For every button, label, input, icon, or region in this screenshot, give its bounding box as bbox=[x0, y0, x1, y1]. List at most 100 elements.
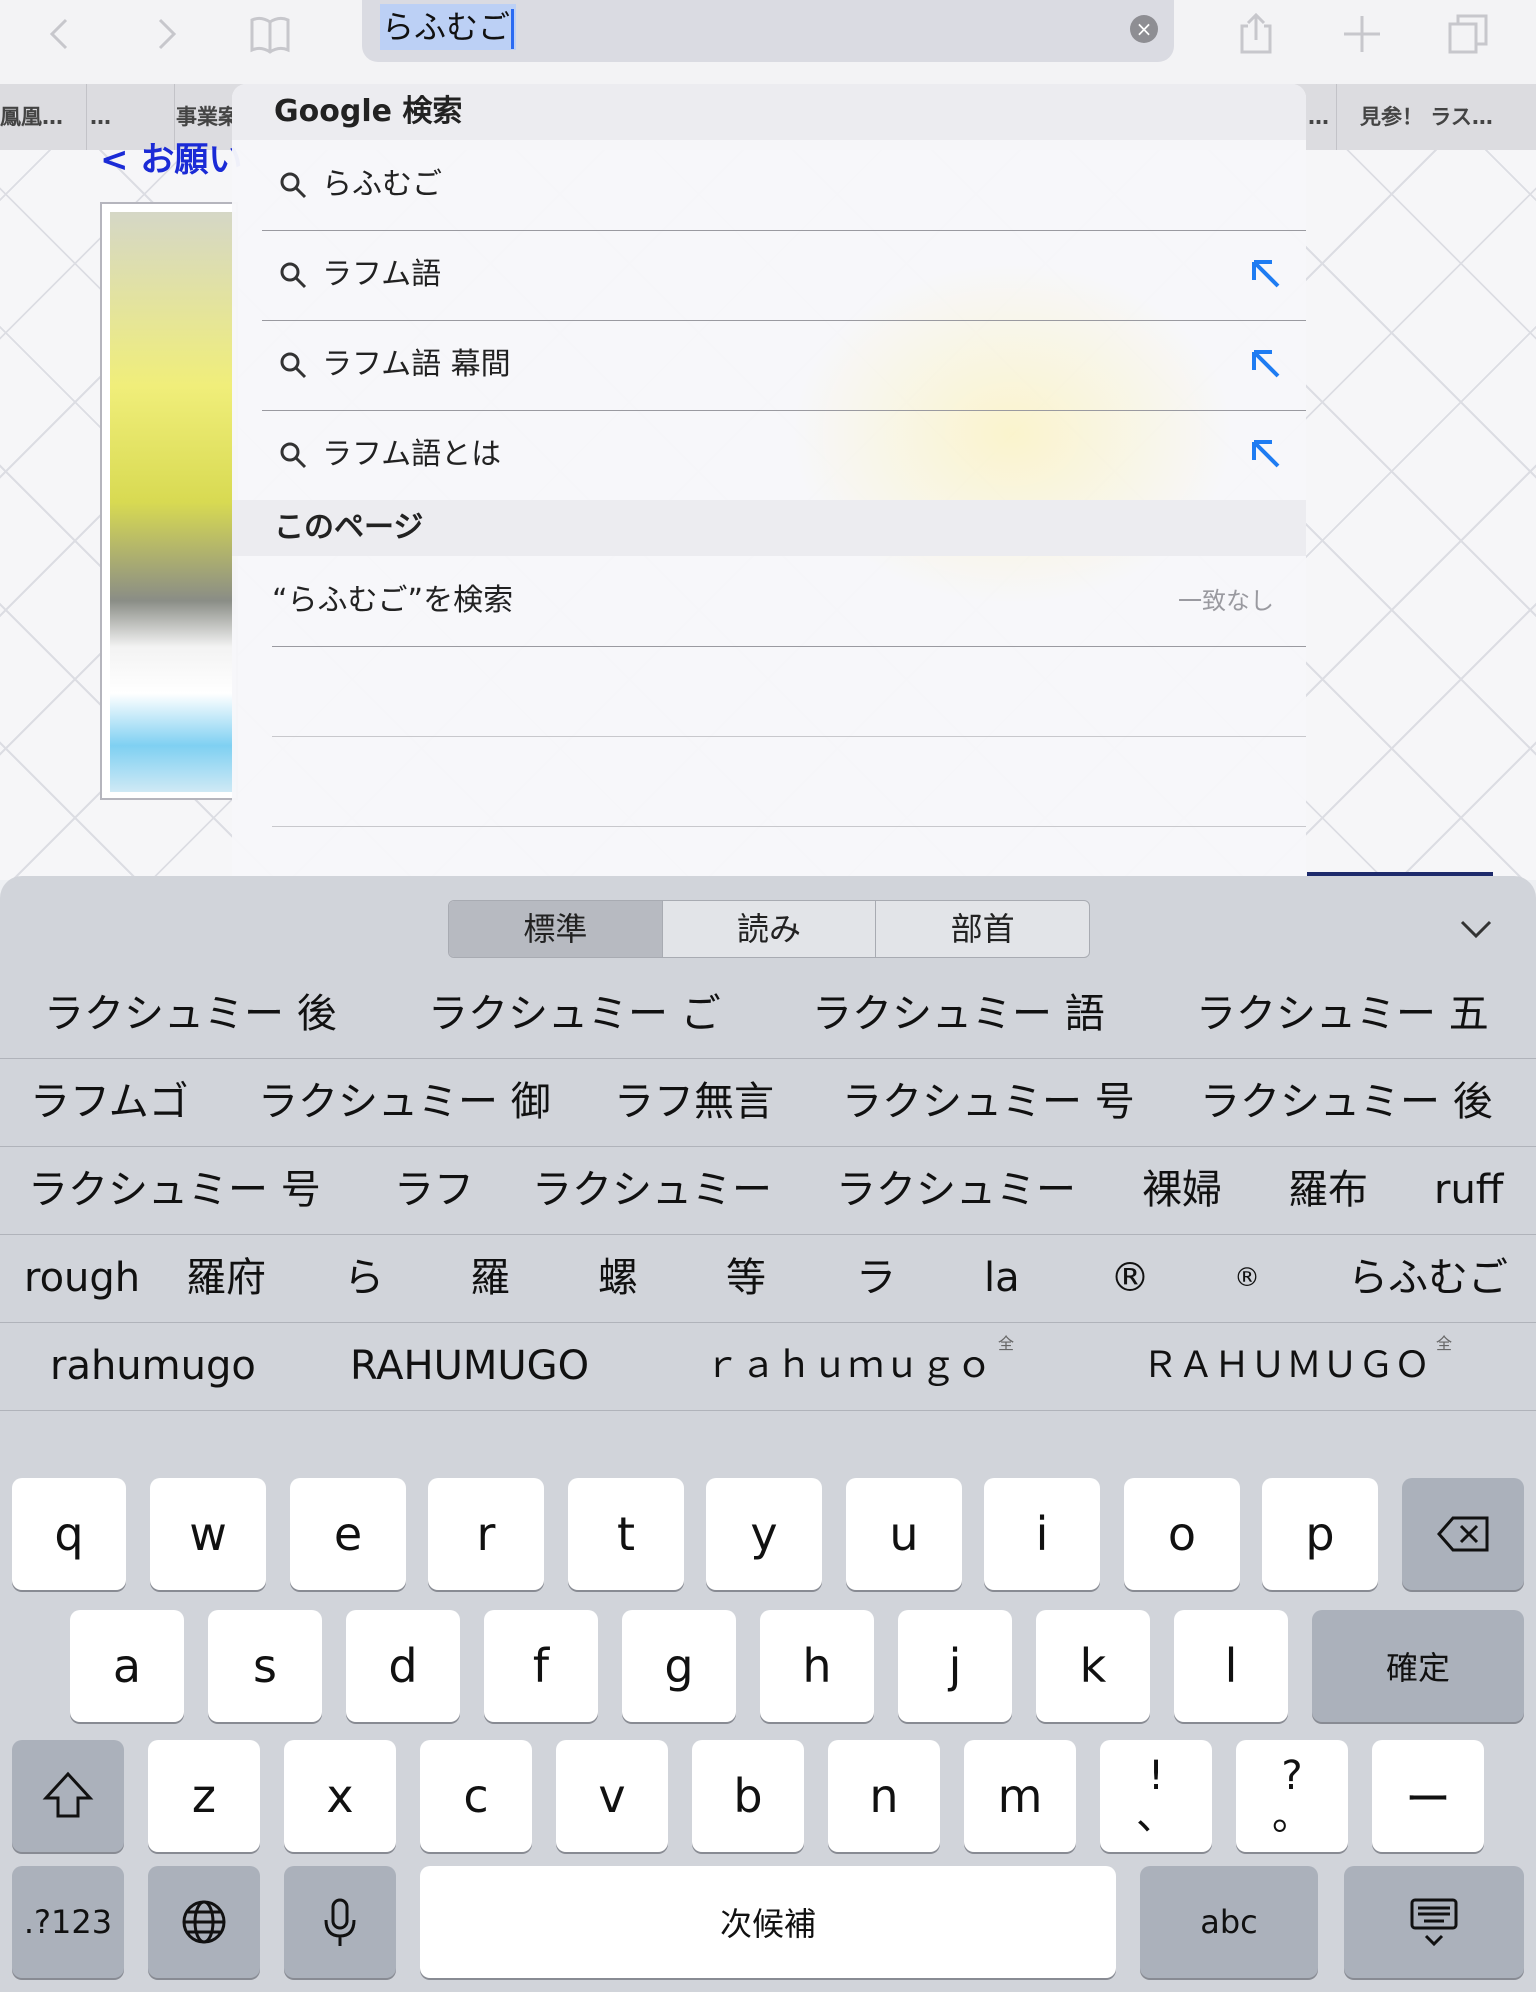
back-link[interactable]: < お願い bbox=[100, 132, 242, 181]
bookmarks-book-icon[interactable] bbox=[242, 6, 298, 62]
forward-chevron-icon[interactable] bbox=[138, 6, 194, 62]
dictation-key[interactable] bbox=[284, 1866, 396, 1978]
fill-arrow-icon[interactable] bbox=[1246, 344, 1286, 384]
key-h[interactable]: h bbox=[760, 1610, 874, 1722]
key-k[interactable]: k bbox=[1036, 1610, 1150, 1722]
candidate[interactable]: ラクシュミー 号 bbox=[842, 1058, 1135, 1146]
candidate[interactable]: ® bbox=[1234, 1234, 1260, 1322]
candidate[interactable]: 裸婦 bbox=[1142, 1146, 1222, 1234]
numbers-key[interactable]: .?123 bbox=[12, 1866, 124, 1978]
segment-standard[interactable]: 標準 bbox=[449, 901, 663, 957]
key-g[interactable]: g bbox=[622, 1610, 736, 1722]
candidate[interactable]: ラクシュミー 後 bbox=[1200, 1058, 1493, 1146]
candidate[interactable]: 等 bbox=[726, 1234, 766, 1322]
candidate[interactable]: ｒａｈｕｍｕｇｏ 全 bbox=[704, 1322, 1014, 1410]
key-j[interactable]: j bbox=[898, 1610, 1012, 1722]
candidate[interactable]: ラクシュミー ご bbox=[428, 970, 721, 1058]
collapse-chevron-down-icon[interactable] bbox=[1456, 908, 1496, 948]
fullwidth-mark: 全 bbox=[998, 1334, 1015, 1353]
candidate[interactable]: ラクシュミー bbox=[836, 1146, 1076, 1234]
address-bar[interactable]: らふむご × bbox=[362, 0, 1174, 62]
suggestion-text: ラフム語 bbox=[322, 257, 442, 292]
candidate[interactable]: ラクシュミー 後 bbox=[44, 970, 337, 1058]
candidate[interactable]: らふむご bbox=[1348, 1234, 1508, 1322]
globe-key[interactable] bbox=[148, 1866, 260, 1978]
suggestion-row[interactable]: ラフム語 bbox=[262, 230, 1306, 321]
candidate[interactable]: ら bbox=[344, 1234, 384, 1322]
find-on-page-row[interactable]: “らふむご”を検索 一致なし bbox=[272, 556, 1306, 647]
candidate-row: ラフムゴ ラクシュミー 御 ラフ無言 ラクシュミー 号 ラクシュミー 後 bbox=[0, 1058, 1536, 1147]
key-v[interactable]: v bbox=[556, 1740, 668, 1852]
segment-radical[interactable]: 部首 bbox=[876, 901, 1089, 957]
key-long-dash[interactable]: ー bbox=[1372, 1740, 1484, 1852]
key-m[interactable]: m bbox=[964, 1740, 1076, 1852]
shift-key[interactable] bbox=[12, 1740, 124, 1852]
key-exclaim-comma[interactable]: !、 bbox=[1100, 1740, 1212, 1852]
candidate[interactable]: rahumugo bbox=[50, 1322, 256, 1410]
tab-1[interactable]: 鳳凰… bbox=[0, 84, 87, 150]
candidate[interactable]: ラクシュミー 語 bbox=[812, 970, 1105, 1058]
candidate[interactable]: rough bbox=[24, 1234, 140, 1322]
empty-row bbox=[272, 736, 1306, 827]
suggestion-row[interactable]: ラフム語 幕間 bbox=[262, 320, 1306, 411]
confirm-key[interactable]: 確定 bbox=[1312, 1610, 1524, 1722]
candidate[interactable]: 羅布 bbox=[1288, 1146, 1368, 1234]
key-w[interactable]: w bbox=[150, 1478, 266, 1590]
key-b[interactable]: b bbox=[692, 1740, 804, 1852]
key-x[interactable]: x bbox=[284, 1740, 396, 1852]
candidate-row: rough 羅府 ら 羅 螺 等 ラ la ® ® らふむご bbox=[0, 1234, 1536, 1323]
tab-5[interactable]: 見参！ ラス… bbox=[1338, 84, 1536, 150]
key-s[interactable]: s bbox=[208, 1610, 322, 1722]
candidate[interactable]: ラクシュミー 御 bbox=[258, 1058, 551, 1146]
next-candidate-space-key[interactable]: 次候補 bbox=[420, 1866, 1116, 1978]
key-y[interactable]: y bbox=[706, 1478, 822, 1590]
candidate[interactable]: ラフ無言 bbox=[614, 1058, 774, 1146]
new-tab-plus-icon[interactable] bbox=[1334, 6, 1390, 62]
candidate[interactable]: RAHUMUGO bbox=[350, 1322, 589, 1410]
microphone-icon bbox=[324, 1898, 356, 1946]
candidate[interactable]: 羅 bbox=[470, 1234, 510, 1322]
share-icon[interactable] bbox=[1228, 6, 1284, 62]
candidate[interactable]: ラクシュミー bbox=[532, 1146, 772, 1234]
tab-4[interactable]: … bbox=[1308, 84, 1337, 150]
candidate[interactable]: ＲＡＨＵＭＵＧＯ 全 bbox=[1142, 1322, 1452, 1410]
address-input[interactable]: らふむご bbox=[380, 4, 517, 50]
tabs-overview-icon[interactable] bbox=[1440, 6, 1496, 62]
candidate[interactable]: ラフムゴ bbox=[30, 1058, 189, 1146]
key-n[interactable]: n bbox=[828, 1740, 940, 1852]
key-d[interactable]: d bbox=[346, 1610, 460, 1722]
fill-arrow-icon[interactable] bbox=[1246, 254, 1286, 294]
key-l[interactable]: l bbox=[1174, 1610, 1288, 1722]
key-f[interactable]: f bbox=[484, 1610, 598, 1722]
key-q[interactable]: q bbox=[12, 1478, 126, 1590]
hide-keyboard-key[interactable] bbox=[1344, 1866, 1524, 1978]
fill-arrow-icon[interactable] bbox=[1246, 434, 1286, 474]
delete-key[interactable] bbox=[1402, 1478, 1524, 1590]
candidate[interactable]: ラ bbox=[856, 1234, 896, 1322]
key-question-period[interactable]: ?。 bbox=[1236, 1740, 1348, 1852]
key-p[interactable]: p bbox=[1262, 1478, 1378, 1590]
candidate[interactable]: ラクシュミー 五 bbox=[1196, 970, 1489, 1058]
key-r[interactable]: r bbox=[428, 1478, 544, 1590]
back-chevron-icon[interactable] bbox=[32, 6, 88, 62]
candidate[interactable]: ® bbox=[1110, 1234, 1150, 1322]
clear-text-icon[interactable]: × bbox=[1130, 15, 1158, 43]
key-a[interactable]: a bbox=[70, 1610, 184, 1722]
key-t[interactable]: t bbox=[568, 1478, 684, 1590]
key-z[interactable]: z bbox=[148, 1740, 260, 1852]
candidate[interactable]: ラフ bbox=[394, 1146, 474, 1234]
key-o[interactable]: o bbox=[1124, 1478, 1240, 1590]
key-i[interactable]: i bbox=[984, 1478, 1100, 1590]
suggestion-row[interactable]: ラフム語とは bbox=[262, 410, 1306, 500]
abc-key[interactable]: abc bbox=[1140, 1866, 1318, 1978]
key-e[interactable]: e bbox=[290, 1478, 406, 1590]
this-page-header: このページ bbox=[232, 500, 1306, 556]
key-u[interactable]: u bbox=[846, 1478, 962, 1590]
candidate[interactable]: 羅府 bbox=[186, 1234, 266, 1322]
key-c[interactable]: c bbox=[420, 1740, 532, 1852]
candidate[interactable]: ラクシュミー 号 bbox=[28, 1146, 321, 1234]
candidate[interactable]: 螺 bbox=[598, 1234, 638, 1322]
suggestion-row[interactable]: らふむご bbox=[262, 140, 1306, 231]
candidate[interactable]: ruff bbox=[1434, 1146, 1503, 1234]
segment-reading[interactable]: 読み bbox=[663, 901, 877, 957]
